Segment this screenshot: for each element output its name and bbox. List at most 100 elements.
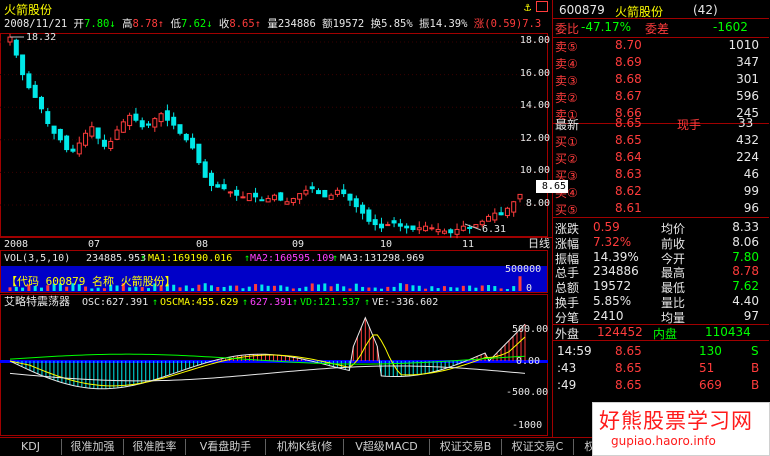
month-label: 07 — [88, 239, 100, 250]
candle-body — [473, 224, 479, 228]
volume-bar — [417, 285, 421, 291]
chart-area[interactable]: 18.32 6.31 2008 07 08 09 10 11 日线 VOL(3,… — [0, 0, 552, 437]
tab-indicator[interactable]: 机构K线(修 — [266, 439, 344, 455]
volume-caption: 【代码 600879 名称 火箭股份】 — [6, 274, 176, 288]
outer-inner-row: 外盘 124452 内盘 110434 — [553, 324, 769, 341]
volume-bar — [247, 286, 251, 291]
quote-code: 600879 — [559, 3, 605, 17]
volume-axis-label: 0 — [526, 283, 532, 294]
sell-volume: 347 — [736, 55, 759, 69]
tick-volume: 51 — [699, 361, 715, 375]
svg-text:↑: ↑ — [242, 297, 248, 308]
volume-bar — [304, 286, 308, 291]
candle-body — [441, 230, 447, 234]
quote-panel: 600879 火箭股份 (42) 委比 -47.17% 委差 -1602 卖⑤ 8… — [552, 0, 770, 455]
tick-volume: 669 — [699, 378, 722, 392]
volume-bar — [430, 286, 434, 291]
buy-volume: 46 — [743, 167, 759, 181]
volume-bar — [254, 284, 258, 291]
tab-indicator[interactable]: V超级MACD — [344, 439, 430, 455]
quote-name: 火箭股份 — [615, 5, 664, 19]
volume-bar — [361, 286, 365, 291]
volume-bar — [348, 288, 352, 291]
tab-indicator[interactable]: 很准加强 — [62, 439, 124, 455]
osc-line — [9, 316, 526, 390]
sell-row: 卖⑤ 8.70 1010 — [555, 38, 759, 54]
tick-price: 8.65 — [615, 361, 642, 375]
candle-body — [504, 207, 510, 217]
volume-axis-label: 500000 — [505, 264, 541, 275]
svg-text:6.31: 6.31 — [482, 224, 506, 235]
month-label: 08 — [196, 239, 208, 250]
volume-bar — [474, 287, 478, 291]
tick-row: :43 8.65 51 B — [557, 361, 760, 375]
volume-bar — [323, 283, 327, 291]
svg-text:VOL(3,5,10): VOL(3,5,10) — [4, 253, 70, 264]
svg-text:↑: ↑ — [292, 297, 298, 308]
volume-bar — [209, 285, 213, 291]
sell-price: 8.68 — [615, 72, 642, 86]
volume-bar — [342, 286, 346, 291]
quote-count: (42) — [693, 3, 718, 17]
volume-bar — [411, 285, 415, 291]
stat-value: 97 — [743, 308, 759, 323]
candle-body — [423, 225, 429, 232]
sell-price: 8.67 — [615, 89, 642, 103]
sell-volume: 301 — [736, 72, 759, 86]
volume-bar — [449, 287, 453, 291]
volume-bar — [505, 288, 509, 291]
volume-bar — [335, 283, 339, 291]
volume-header: VOL(3,5,10) 234885.953 ↑ MA1:169190.016 … — [4, 253, 424, 264]
candle-body — [133, 113, 139, 121]
watermark-title: 好熊股票学习网 — [599, 409, 753, 433]
svg-text:0.00: 0.00 — [516, 356, 540, 367]
candle-body — [372, 219, 378, 226]
volume-bar — [260, 284, 264, 291]
watermark: 好熊股票学习网 gupiao.haoro.info — [592, 402, 770, 456]
volume-bar — [518, 276, 522, 291]
buy-row: 买① 8.65 432 — [555, 133, 759, 149]
volume-bar — [191, 288, 195, 291]
svg-text:↑: ↑ — [140, 253, 146, 264]
tab-indicator[interactable]: V看盘助手 — [186, 439, 266, 455]
candle-body — [498, 212, 504, 216]
svg-text:艾略特震荡器: 艾略特震荡器 — [4, 294, 70, 308]
tick-price: 8.65 — [615, 378, 642, 392]
price-tick-label: 12.00 — [519, 132, 550, 144]
volume-bar — [480, 285, 484, 291]
volume-bar — [272, 285, 276, 291]
candle-body — [76, 142, 82, 155]
tab-indicator[interactable]: 权证交易B — [430, 439, 502, 455]
svg-text:VD:121.537: VD:121.537 — [300, 297, 360, 308]
volume-bar — [455, 287, 459, 291]
svg-text:OSC:627.391: OSC:627.391 — [82, 297, 148, 308]
buy-row: 买② 8.64 224 — [555, 150, 759, 166]
candle-body — [127, 114, 133, 127]
volume-bar — [436, 288, 440, 291]
volume-bar — [354, 283, 358, 291]
last-price-tag-label: 8.65 — [536, 180, 568, 193]
svg-text:500.00: 500.00 — [512, 324, 548, 335]
volume-bar — [367, 287, 371, 291]
buy-row: 买④ 8.62 99 — [555, 184, 759, 200]
month-label: 09 — [292, 239, 304, 250]
svg-text:OSCMA:455.629: OSCMA:455.629 — [160, 297, 238, 308]
stat-value: 4.40 — [732, 294, 759, 308]
tick-row: 14:59 8.65 130 S — [557, 344, 759, 358]
tab-indicator[interactable]: 权证交易C — [502, 439, 574, 455]
volume-bar — [298, 288, 302, 291]
volume-bar — [235, 285, 239, 291]
candle-body — [309, 186, 315, 190]
svg-text:MA1:169190.016: MA1:169190.016 — [148, 253, 232, 264]
indicator-tabs: KDJ很准加强很准胜率V看盘助手机构K线(修V超级MACD权证交易B权证交易C权… — [0, 437, 708, 456]
volume-bar — [499, 288, 503, 291]
candle-body — [391, 220, 397, 224]
stat-value: 7.32% — [593, 234, 632, 249]
tab-indicator[interactable]: 很准胜率 — [124, 439, 186, 455]
volume-bar — [203, 283, 207, 291]
sell-volume: 1010 — [728, 38, 759, 52]
tab-indicator[interactable]: KDJ — [0, 439, 62, 455]
volume-bar — [461, 285, 465, 291]
candle-body — [45, 111, 51, 125]
stat-value: 8.78 — [732, 264, 759, 279]
